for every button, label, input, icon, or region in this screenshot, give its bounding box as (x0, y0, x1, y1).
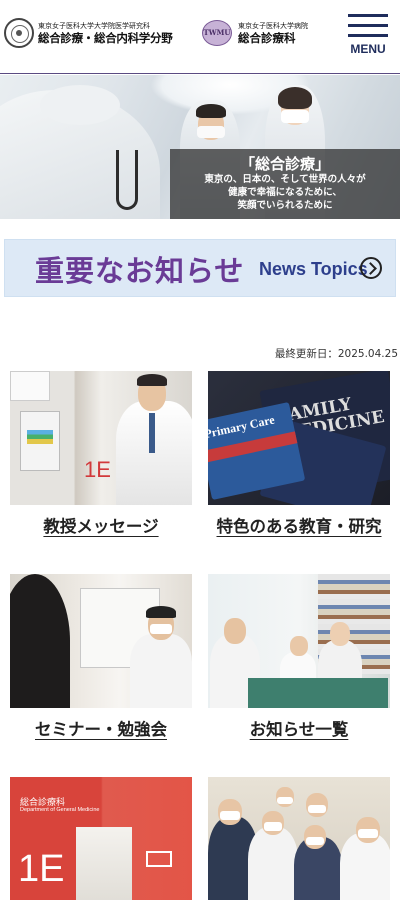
seminar-photo (10, 574, 192, 708)
tile-label: 特色のある教育・研究 (216, 517, 382, 536)
hamburger-bar (348, 34, 388, 37)
tile-department[interactable]: 総合診療科 Department of General Medicine 1E (10, 777, 192, 900)
menu-label: MENU (350, 42, 386, 56)
logo2-title: 総合診療科 (238, 30, 296, 45)
tile-team[interactable] (208, 777, 390, 900)
department-entrance-photo: 総合診療科 Department of General Medicine 1E (10, 777, 192, 900)
hero-banner: 「総合診療」 東京の、日本の、そして世界の人々が 健康で幸福になるために、 笑顔… (0, 75, 400, 219)
tile-label: 教授メッセージ (43, 517, 159, 536)
tile-seminar[interactable]: セミナー・勉強会 (10, 574, 192, 744)
university-seal-icon (4, 18, 34, 48)
arrow-right-circle-icon (360, 257, 382, 279)
hamburger-bar (348, 24, 388, 27)
dept-sign-en: Department of General Medicine (20, 807, 100, 813)
hamburger-icon (348, 14, 388, 17)
team-meeting-photo (208, 574, 390, 708)
tile-professor-message[interactable]: 1E 教授メッセージ (10, 371, 192, 541)
logo1-title: 総合診療・総合内科学分野 (38, 30, 173, 45)
tile-label: セミナー・勉強会 (35, 720, 167, 739)
news-topics-banner[interactable]: 重要なお知らせ News Topics (4, 239, 396, 297)
team-group-photo (208, 777, 390, 900)
tile-education-research[interactable]: FAMILY MEDICINE Primary Care 特色のある教育・研究 (208, 371, 390, 541)
hero-line-3: 笑顔でいられるために (237, 200, 333, 211)
news-title-jp: 重要なお知らせ (35, 254, 245, 288)
room-number: 1E (18, 848, 65, 890)
hero-line-1: 東京の、日本の、そして世界の人々が (204, 174, 366, 185)
hospital-logo[interactable]: TWMU 東京女子医科大学病院 総合診療科 (202, 20, 308, 46)
professor-photo: 1E (10, 371, 192, 505)
stethoscope (116, 150, 138, 210)
room-sign: 1E (84, 457, 111, 482)
menu-button[interactable]: MENU (346, 12, 390, 60)
twmu-emblem-icon: TWMU (202, 20, 232, 46)
tile-label: お知らせ一覧 (249, 720, 349, 739)
logo2-subtitle: 東京女子医科大学病院 (238, 21, 308, 30)
site-header: 東京女子医科大学大学院医学研究科 総合診療・総合内科学分野 TWMU 東京女子医… (0, 0, 400, 74)
news-title-en: News Topics (259, 259, 368, 279)
tile-news-list[interactable]: お知らせ一覧 (208, 574, 390, 744)
logo1-subtitle: 東京女子医科大学大学院医学研究科 (38, 21, 150, 30)
hero-line-2: 健康で幸福になるために、 (228, 187, 342, 198)
hero-title: 「総合診療」 (239, 155, 330, 173)
last-updated: 最終更新日：2025.04.25 (274, 348, 398, 360)
graduate-school-logo[interactable]: 東京女子医科大学大学院医学研究科 総合診療・総合内科学分野 (4, 18, 173, 48)
textbooks-photo: FAMILY MEDICINE Primary Care (208, 371, 390, 505)
